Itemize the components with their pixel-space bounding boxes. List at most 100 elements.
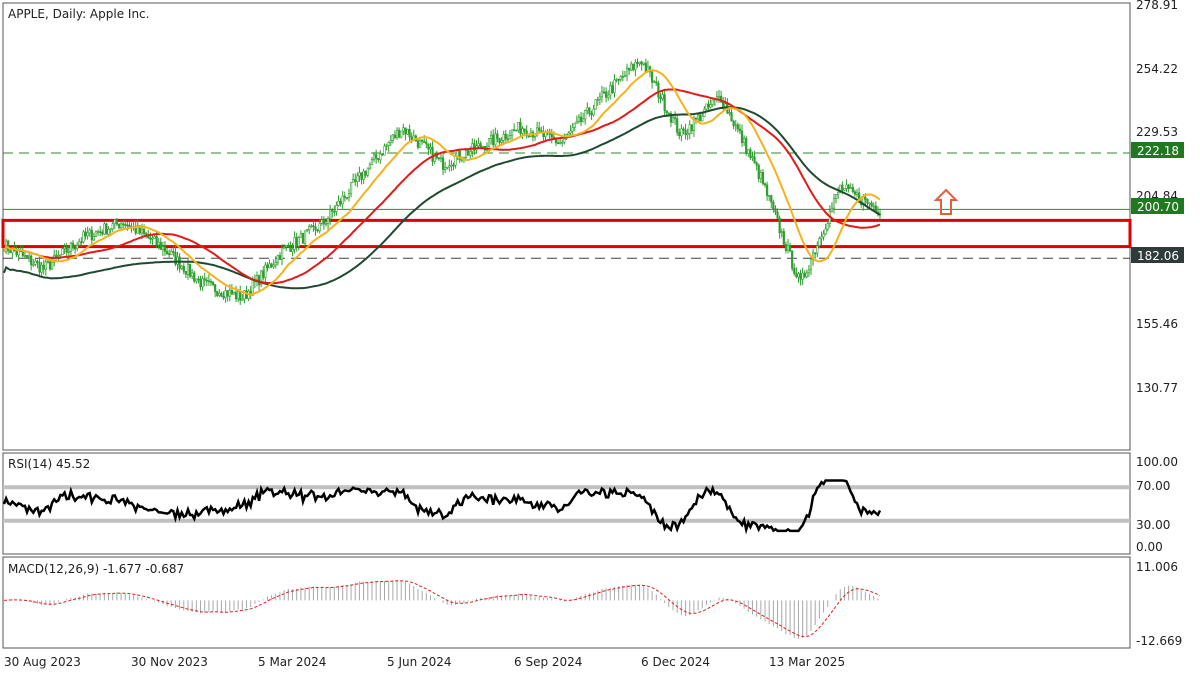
candle-body xyxy=(602,91,606,94)
candle-body xyxy=(82,231,85,243)
candle-body xyxy=(615,79,618,81)
candle-body xyxy=(640,61,643,65)
candle-body xyxy=(730,112,733,122)
candle-body xyxy=(50,261,54,270)
candle-body xyxy=(283,246,286,249)
up-arrow-icon xyxy=(933,188,959,215)
candle-body xyxy=(774,208,777,213)
candle-body xyxy=(577,116,581,122)
price-layer xyxy=(1,58,1132,305)
candle-body xyxy=(211,281,215,285)
candle-body xyxy=(747,149,750,154)
candle-body xyxy=(316,229,319,232)
candle-body xyxy=(239,290,242,301)
candle-body xyxy=(421,139,424,142)
candle-body xyxy=(237,290,240,300)
candle-body xyxy=(278,255,282,260)
candle-body xyxy=(262,270,265,279)
candle-body xyxy=(439,157,443,160)
candle-body xyxy=(9,250,12,254)
candle-body xyxy=(400,130,403,138)
candle-body xyxy=(379,153,382,161)
candle-body xyxy=(84,231,87,237)
candle-body xyxy=(655,81,658,84)
candle-body xyxy=(659,96,662,99)
candle-body xyxy=(383,145,386,156)
candle-body xyxy=(40,264,43,273)
candle-body xyxy=(101,231,104,235)
candle-body xyxy=(793,268,796,275)
candle-body xyxy=(34,260,37,265)
candle-body xyxy=(563,138,566,143)
candle-body xyxy=(644,62,647,72)
candle-body xyxy=(303,230,307,244)
candle-body xyxy=(807,269,811,274)
candle-body xyxy=(224,290,227,299)
candle-body xyxy=(163,246,167,252)
candle-body xyxy=(705,103,708,110)
candle-body xyxy=(533,135,537,138)
candle-body xyxy=(339,200,342,205)
candle-body xyxy=(770,195,773,203)
price-tick: 130.77 xyxy=(1136,381,1178,395)
price-tick: 278.91 xyxy=(1136,0,1178,12)
candle-body xyxy=(55,254,58,257)
candle-body xyxy=(717,95,721,98)
candle-body xyxy=(427,143,430,150)
candle-body xyxy=(280,247,284,260)
candle-body xyxy=(728,112,731,114)
candle-body xyxy=(272,264,275,268)
candle-body xyxy=(425,141,428,145)
candle-body xyxy=(605,91,608,98)
candle-body xyxy=(395,129,399,138)
candle-body xyxy=(387,142,390,146)
candle-body xyxy=(437,157,440,160)
candle-body xyxy=(287,245,290,248)
candle-body xyxy=(822,233,825,238)
candle-body xyxy=(732,120,735,127)
price-tick: 155.46 xyxy=(1136,317,1178,331)
candle-body xyxy=(299,233,302,238)
candle-body xyxy=(423,141,426,143)
candle-body xyxy=(314,226,317,231)
candle-body xyxy=(584,110,587,120)
sma-fast-line xyxy=(3,69,881,296)
candle-body xyxy=(803,272,806,278)
candle-body xyxy=(115,219,118,225)
candle-body xyxy=(684,129,687,136)
candle-body xyxy=(149,237,152,240)
candle-body xyxy=(853,191,857,195)
candle-body xyxy=(632,63,635,71)
candle-body xyxy=(623,75,627,78)
candle-body xyxy=(694,117,698,120)
candle-body xyxy=(32,263,35,266)
candle-body xyxy=(569,130,572,134)
candle-body xyxy=(312,225,315,228)
candle-body xyxy=(582,118,585,123)
candle-body xyxy=(498,138,501,143)
candle-body xyxy=(682,128,685,131)
candle-body xyxy=(331,209,334,212)
candle-body xyxy=(504,133,507,140)
macd-tick: -12.669 xyxy=(1136,634,1182,648)
candle-body xyxy=(188,263,192,277)
sma-slow-line xyxy=(3,106,881,290)
candle-body xyxy=(596,99,599,101)
candle-body xyxy=(222,295,225,299)
candle-body xyxy=(761,172,765,184)
candle-body xyxy=(197,278,200,281)
candle-body xyxy=(113,219,116,225)
candle-body xyxy=(745,137,748,154)
macd-tick: 11.006 xyxy=(1136,560,1178,574)
candle-body xyxy=(21,251,24,257)
candle-body xyxy=(308,226,311,231)
candle-body xyxy=(99,231,102,233)
macd-layer xyxy=(3,580,881,639)
candle-body xyxy=(736,124,739,130)
candle-body xyxy=(201,278,204,288)
candle-body xyxy=(410,136,413,140)
candle-body xyxy=(613,79,616,93)
candle-body xyxy=(289,246,292,252)
candle-body xyxy=(117,223,121,229)
candle-body xyxy=(170,251,173,256)
